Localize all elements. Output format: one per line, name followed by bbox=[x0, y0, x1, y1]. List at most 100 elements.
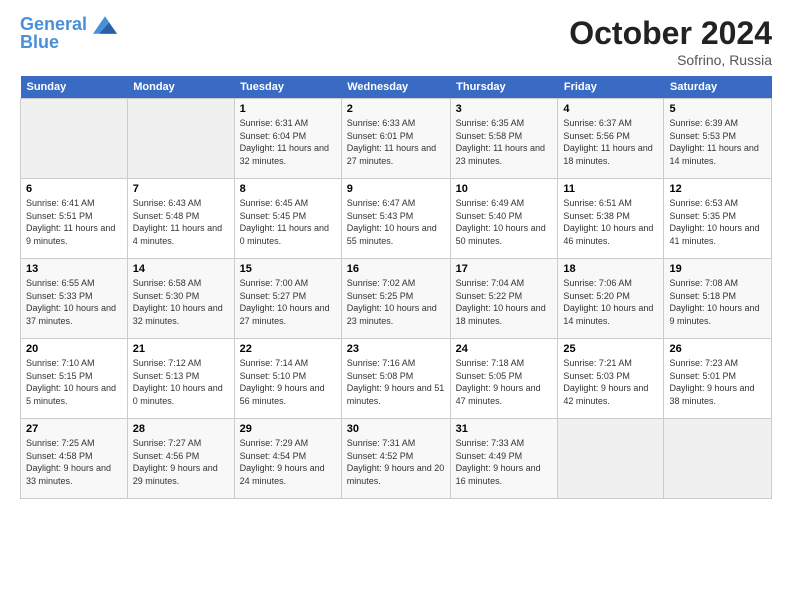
day-number: 27 bbox=[26, 423, 122, 435]
day-number: 31 bbox=[456, 423, 553, 435]
day-info: Sunrise: 7:00 AM Sunset: 5:27 PM Dayligh… bbox=[240, 277, 336, 327]
day-info: Sunrise: 6:51 AM Sunset: 5:38 PM Dayligh… bbox=[563, 197, 658, 247]
calendar-cell: 28 Sunrise: 7:27 AM Sunset: 4:56 PM Dayli… bbox=[127, 419, 234, 499]
calendar-cell: 13Sunrise: 6:55 AM Sunset: 5:33 PM Dayli… bbox=[21, 259, 128, 339]
day-number: 23 bbox=[347, 343, 445, 355]
day-number: 26 bbox=[669, 343, 766, 355]
calendar-cell: 12 Sunrise: 6:53 AM Sunset: 5:35 PM Dayli… bbox=[664, 179, 772, 259]
day-info: Sunrise: 7:23 AM Sunset: 5:01 PM Dayligh… bbox=[669, 357, 766, 407]
day-number: 4 bbox=[563, 103, 658, 115]
day-info: Sunrise: 6:49 AM Sunset: 5:40 PM Dayligh… bbox=[456, 197, 553, 247]
day-info: Sunrise: 6:53 AM Sunset: 5:35 PM Dayligh… bbox=[669, 197, 766, 247]
day-info: Sunrise: 6:43 AM Sunset: 5:48 PM Dayligh… bbox=[133, 197, 229, 247]
calendar-week-4: 20 Sunrise: 7:10 AM Sunset: 5:15 PM Dayli… bbox=[21, 339, 772, 419]
calendar-cell: 1Sunrise: 6:31 AM Sunset: 6:04 PM Daylig… bbox=[234, 99, 341, 179]
day-header-sunday: Sunday bbox=[21, 76, 128, 99]
day-info: Sunrise: 7:12 AM Sunset: 5:13 PM Dayligh… bbox=[133, 357, 229, 407]
day-info: Sunrise: 6:47 AM Sunset: 5:43 PM Dayligh… bbox=[347, 197, 445, 247]
day-info: Sunrise: 7:02 AM Sunset: 5:25 PM Dayligh… bbox=[347, 277, 445, 327]
day-number: 29 bbox=[240, 423, 336, 435]
calendar-cell: 16 Sunrise: 7:02 AM Sunset: 5:25 PM Dayli… bbox=[341, 259, 450, 339]
day-number: 6 bbox=[26, 183, 122, 195]
day-info: Sunrise: 7:16 AM Sunset: 5:08 PM Dayligh… bbox=[347, 357, 445, 407]
day-info: Sunrise: 7:25 AM Sunset: 4:58 PM Dayligh… bbox=[26, 437, 122, 487]
day-info: Sunrise: 6:45 AM Sunset: 5:45 PM Dayligh… bbox=[240, 197, 336, 247]
day-number: 15 bbox=[240, 263, 336, 275]
calendar-cell: 4 Sunrise: 6:37 AM Sunset: 5:56 PM Daylig… bbox=[558, 99, 664, 179]
page-header: General Blue October 2024 Sofrino, Russi… bbox=[20, 15, 772, 68]
calendar-cell: 15 Sunrise: 7:00 AM Sunset: 5:27 PM Dayli… bbox=[234, 259, 341, 339]
day-number: 3 bbox=[456, 103, 553, 115]
day-number: 17 bbox=[456, 263, 553, 275]
day-number: 16 bbox=[347, 263, 445, 275]
day-number: 13 bbox=[26, 263, 122, 275]
day-number: 28 bbox=[133, 423, 229, 435]
day-info: Sunrise: 7:29 AM Sunset: 4:54 PM Dayligh… bbox=[240, 437, 336, 487]
calendar-cell: 20 Sunrise: 7:10 AM Sunset: 5:15 PM Dayli… bbox=[21, 339, 128, 419]
day-header-saturday: Saturday bbox=[664, 76, 772, 99]
calendar-cell: 23 Sunrise: 7:16 AM Sunset: 5:08 PM Dayli… bbox=[341, 339, 450, 419]
calendar-cell: 25Sunrise: 7:21 AM Sunset: 5:03 PM Dayli… bbox=[558, 339, 664, 419]
day-info: Sunrise: 7:06 AM Sunset: 5:20 PM Dayligh… bbox=[563, 277, 658, 327]
location-subtitle: Sofrino, Russia bbox=[569, 52, 772, 68]
month-title: October 2024 bbox=[569, 15, 772, 52]
calendar-week-1: 1Sunrise: 6:31 AM Sunset: 6:04 PM Daylig… bbox=[21, 99, 772, 179]
day-number: 30 bbox=[347, 423, 445, 435]
calendar-table: SundayMondayTuesdayWednesdayThursdayFrid… bbox=[20, 76, 772, 499]
day-header-wednesday: Wednesday bbox=[341, 76, 450, 99]
calendar-week-2: 6Sunrise: 6:41 AM Sunset: 5:51 PM Daylig… bbox=[21, 179, 772, 259]
day-number: 1 bbox=[240, 103, 336, 115]
calendar-cell: 21 Sunrise: 7:12 AM Sunset: 5:13 PM Dayli… bbox=[127, 339, 234, 419]
day-info: Sunrise: 6:39 AM Sunset: 5:53 PM Dayligh… bbox=[669, 117, 766, 167]
calendar-cell bbox=[21, 99, 128, 179]
day-number: 9 bbox=[347, 183, 445, 195]
day-header-monday: Monday bbox=[127, 76, 234, 99]
day-number: 21 bbox=[133, 343, 229, 355]
day-header-thursday: Thursday bbox=[450, 76, 558, 99]
title-area: October 2024 Sofrino, Russia bbox=[569, 15, 772, 68]
day-number: 12 bbox=[669, 183, 766, 195]
calendar-cell bbox=[127, 99, 234, 179]
day-info: Sunrise: 7:10 AM Sunset: 5:15 PM Dayligh… bbox=[26, 357, 122, 407]
day-number: 11 bbox=[563, 183, 658, 195]
calendar-cell: 27 Sunrise: 7:25 AM Sunset: 4:58 PM Dayli… bbox=[21, 419, 128, 499]
day-number: 22 bbox=[240, 343, 336, 355]
calendar-cell: 30 Sunrise: 7:31 AM Sunset: 4:52 PM Dayli… bbox=[341, 419, 450, 499]
day-info: Sunrise: 6:35 AM Sunset: 5:58 PM Dayligh… bbox=[456, 117, 553, 167]
calendar-cell: 22 Sunrise: 7:14 AM Sunset: 5:10 PM Dayli… bbox=[234, 339, 341, 419]
calendar-cell: 5Sunrise: 6:39 AM Sunset: 5:53 PM Daylig… bbox=[664, 99, 772, 179]
day-info: Sunrise: 6:58 AM Sunset: 5:30 PM Dayligh… bbox=[133, 277, 229, 327]
day-number: 19 bbox=[669, 263, 766, 275]
day-info: Sunrise: 6:37 AM Sunset: 5:56 PM Dayligh… bbox=[563, 117, 658, 167]
calendar-cell bbox=[558, 419, 664, 499]
calendar-week-3: 13Sunrise: 6:55 AM Sunset: 5:33 PM Dayli… bbox=[21, 259, 772, 339]
day-info: Sunrise: 7:18 AM Sunset: 5:05 PM Dayligh… bbox=[456, 357, 553, 407]
day-info: Sunrise: 7:21 AM Sunset: 5:03 PM Dayligh… bbox=[563, 357, 658, 407]
logo-text2: Blue bbox=[20, 33, 117, 53]
day-number: 20 bbox=[26, 343, 122, 355]
day-info: Sunrise: 7:14 AM Sunset: 5:10 PM Dayligh… bbox=[240, 357, 336, 407]
day-info: Sunrise: 7:33 AM Sunset: 4:49 PM Dayligh… bbox=[456, 437, 553, 487]
calendar-cell: 10 Sunrise: 6:49 AM Sunset: 5:40 PM Dayli… bbox=[450, 179, 558, 259]
calendar-cell: 17 Sunrise: 7:04 AM Sunset: 5:22 PM Dayli… bbox=[450, 259, 558, 339]
calendar-week-5: 27 Sunrise: 7:25 AM Sunset: 4:58 PM Dayli… bbox=[21, 419, 772, 499]
calendar-cell: 11 Sunrise: 6:51 AM Sunset: 5:38 PM Dayli… bbox=[558, 179, 664, 259]
calendar-cell: 7 Sunrise: 6:43 AM Sunset: 5:48 PM Daylig… bbox=[127, 179, 234, 259]
day-info: Sunrise: 6:33 AM Sunset: 6:01 PM Dayligh… bbox=[347, 117, 445, 167]
calendar-body: 1Sunrise: 6:31 AM Sunset: 6:04 PM Daylig… bbox=[21, 99, 772, 499]
day-number: 10 bbox=[456, 183, 553, 195]
day-number: 8 bbox=[240, 183, 336, 195]
calendar-cell: 18 Sunrise: 7:06 AM Sunset: 5:20 PM Dayli… bbox=[558, 259, 664, 339]
day-info: Sunrise: 7:04 AM Sunset: 5:22 PM Dayligh… bbox=[456, 277, 553, 327]
calendar-cell: 8 Sunrise: 6:45 AM Sunset: 5:45 PM Daylig… bbox=[234, 179, 341, 259]
calendar-cell: 19Sunrise: 7:08 AM Sunset: 5:18 PM Dayli… bbox=[664, 259, 772, 339]
calendar-header-row: SundayMondayTuesdayWednesdayThursdayFrid… bbox=[21, 76, 772, 99]
calendar-cell bbox=[664, 419, 772, 499]
calendar-cell: 14Sunrise: 6:58 AM Sunset: 5:30 PM Dayli… bbox=[127, 259, 234, 339]
calendar-cell: 29 Sunrise: 7:29 AM Sunset: 4:54 PM Dayli… bbox=[234, 419, 341, 499]
calendar-cell: 31 Sunrise: 7:33 AM Sunset: 4:49 PM Dayli… bbox=[450, 419, 558, 499]
day-info: Sunrise: 7:27 AM Sunset: 4:56 PM Dayligh… bbox=[133, 437, 229, 487]
day-number: 18 bbox=[563, 263, 658, 275]
day-info: Sunrise: 7:31 AM Sunset: 4:52 PM Dayligh… bbox=[347, 437, 445, 487]
day-number: 7 bbox=[133, 183, 229, 195]
